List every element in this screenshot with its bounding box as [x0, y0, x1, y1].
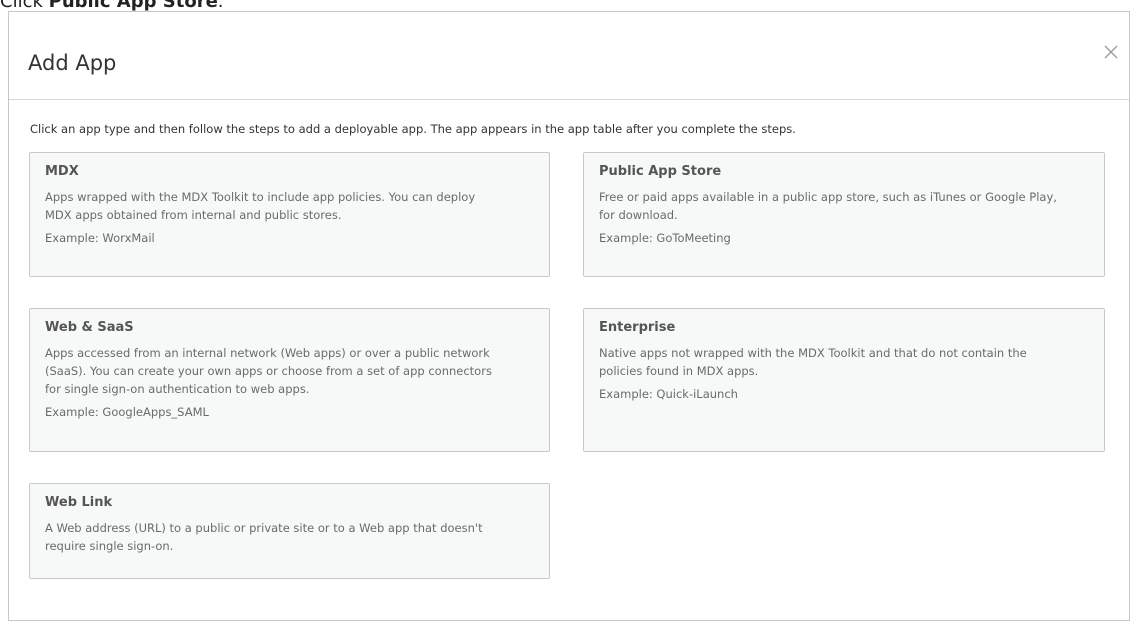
- close-button[interactable]: [1101, 42, 1121, 62]
- card-description: Apps accessed from an internal network (…: [45, 346, 492, 396]
- card-title: Public App Store: [599, 164, 722, 179]
- app-type-card-web-saas[interactable]: Web & SaaS Apps accessed from an interna…: [29, 308, 550, 452]
- dialog-header: Add App: [9, 12, 1129, 100]
- card-description: Apps wrapped with the MDX Toolkit to inc…: [45, 190, 476, 222]
- card-title: Web & SaaS: [45, 320, 134, 335]
- card-description: Free or paid apps available in a public …: [599, 190, 1057, 222]
- card-example: Example: Quick-iLaunch: [599, 387, 738, 401]
- app-type-card-public-app-store[interactable]: Public App Store Free or paid apps avail…: [583, 152, 1105, 277]
- close-icon: [1104, 45, 1118, 59]
- card-title: MDX: [45, 164, 79, 179]
- card-example: Example: GoogleApps_SAML: [45, 405, 209, 419]
- card-example: Example: WorxMail: [45, 231, 155, 245]
- app-type-card-web-link[interactable]: Web Link A Web address (URL) to a public…: [29, 483, 550, 579]
- card-title: Enterprise: [599, 320, 676, 335]
- card-title: Web Link: [45, 495, 113, 510]
- dialog-title: Add App: [28, 51, 117, 75]
- card-description: A Web address (URL) to a public or priva…: [45, 521, 483, 553]
- card-description: Native apps not wrapped with the MDX Too…: [599, 346, 1027, 378]
- card-example: Example: GoToMeeting: [599, 231, 731, 245]
- app-type-card-mdx[interactable]: MDX Apps wrapped with the MDX Toolkit to…: [29, 152, 550, 277]
- dialog-description: Click an app type and then follow the st…: [30, 122, 796, 136]
- app-type-card-enterprise[interactable]: Enterprise Native apps not wrapped with …: [583, 308, 1105, 452]
